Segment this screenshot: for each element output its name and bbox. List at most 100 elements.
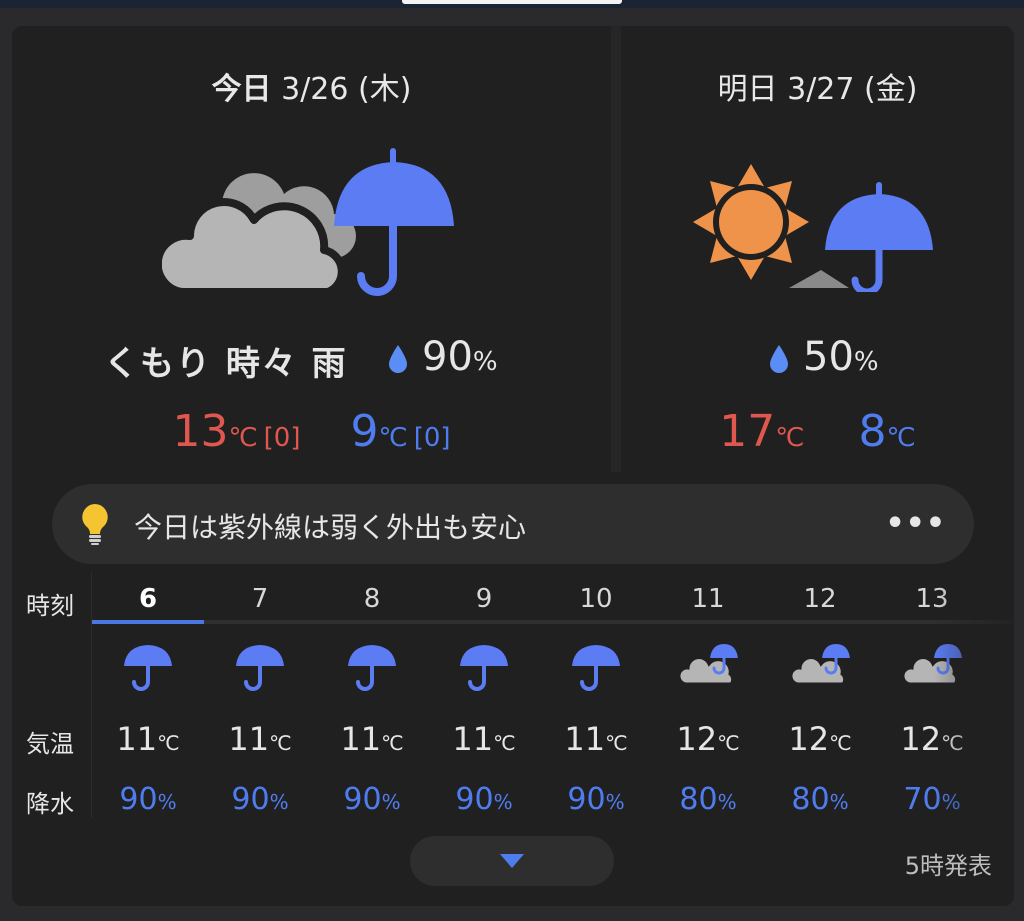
today-low-unit: ℃ xyxy=(378,423,408,453)
cloud-umbrella-icon xyxy=(901,644,962,686)
tomorrow-rain: 50% xyxy=(769,334,879,380)
today-rain-unit: % xyxy=(472,347,498,377)
hour-rain-unit: % xyxy=(381,790,401,814)
today-rain: 90% xyxy=(388,334,498,380)
hourly-labels: 時刻 気温 降水 xyxy=(12,572,92,818)
hour-temp-value: 11 xyxy=(116,720,158,758)
today-high-value: 13 xyxy=(172,406,229,457)
current-hour-indicator xyxy=(92,620,204,624)
hour-temp: 11℃ xyxy=(204,720,316,758)
hour-temp-value: 11 xyxy=(564,720,606,758)
hour-temp-value: 11 xyxy=(228,720,270,758)
hour-label: 9 xyxy=(475,584,493,614)
hour-label: 6 xyxy=(138,584,158,614)
rain-row-label: 降水 xyxy=(26,790,74,818)
tomorrow-low-unit: ℃ xyxy=(886,423,916,453)
tomorrow-rain-unit: % xyxy=(853,347,879,377)
hour-rain: 90% xyxy=(92,782,204,817)
hour-temp-value: 12 xyxy=(676,720,718,758)
weather-card: 今日 3/26 (木) くもり 時々 雨 90% 13℃ [0] 9℃ [0] 明日 xyxy=(12,26,1014,906)
hour-temp-unit: ℃ xyxy=(829,731,852,755)
hour-rain-value: 90 xyxy=(231,782,270,817)
hour-rain-unit: % xyxy=(493,790,513,814)
hour-rain-unit: % xyxy=(269,790,289,814)
today-condition: くもり 時々 雨 xyxy=(104,344,348,384)
hour-rain-unit: % xyxy=(829,790,849,814)
hour-rain-value: 80 xyxy=(791,782,830,817)
hour-rain: 90% xyxy=(204,782,316,817)
chevron-down-icon xyxy=(500,854,524,868)
temp-row-label: 気温 xyxy=(26,730,74,758)
today-high: 13℃ [0] xyxy=(172,406,300,457)
hour-rain-unit: % xyxy=(941,790,961,814)
tomorrow-low: 8℃ xyxy=(859,406,916,457)
hour-temp-unit: ℃ xyxy=(269,731,292,755)
hour-temp: 11℃ xyxy=(92,720,204,758)
hour-rain-value: 90 xyxy=(455,782,494,817)
tomorrow-date: 3/27 (金) xyxy=(787,72,918,107)
hour-temp: 11℃ xyxy=(316,720,428,758)
hour-rain-value: 90 xyxy=(119,782,158,817)
hour-temp-value: 12 xyxy=(900,720,942,758)
today-rain-value: 90 xyxy=(422,334,473,380)
tip-text: 今日は紫外線は弱く外出も安心 xyxy=(134,511,527,544)
tomorrow-label: 明日 xyxy=(717,72,778,107)
hour-temp-value: 11 xyxy=(340,720,382,758)
today-forecast[interactable]: 今日 3/26 (木) くもり 時々 雨 90% 13℃ [0] 9℃ [0] xyxy=(12,26,611,472)
hour-rain-value: 70 xyxy=(903,782,942,817)
hour-rain-value: 90 xyxy=(343,782,382,817)
tomorrow-high: 17℃ xyxy=(719,406,804,457)
tomorrow-temps: 17℃ 8℃ xyxy=(621,406,1014,457)
hour-temp-value: 11 xyxy=(452,720,494,758)
today-title: 今日 3/26 (木) xyxy=(12,64,611,108)
hour-temp-unit: ℃ xyxy=(717,731,740,755)
today-label: 今日 xyxy=(211,72,272,107)
hour-rain-unit: % xyxy=(157,790,177,814)
hour-label: 7 xyxy=(251,584,269,614)
umbrella-icon xyxy=(236,645,284,691)
hour-temp: 12℃ xyxy=(652,720,764,758)
raindrop-icon xyxy=(389,345,407,373)
hour-rain-unit: % xyxy=(717,790,737,814)
cloud-umbrella-icon xyxy=(677,644,738,686)
hour-rain: 90% xyxy=(428,782,540,817)
issued-time: 5時発表 xyxy=(904,852,992,880)
day-divider xyxy=(611,26,621,472)
tomorrow-forecast[interactable]: 明日 3/27 (金) 50% 17℃ 8℃ xyxy=(621,26,1014,472)
hour-temp-unit: ℃ xyxy=(941,731,964,755)
hour-rain: 80% xyxy=(652,782,764,817)
top-handle xyxy=(402,0,622,4)
umbrella-icon xyxy=(348,645,396,691)
hour-temp-unit: ℃ xyxy=(157,731,180,755)
more-options-button[interactable]: ••• xyxy=(885,506,946,541)
hour-temp-unit: ℃ xyxy=(381,731,404,755)
hour-temp: 12℃ xyxy=(764,720,876,758)
umbrella-icon xyxy=(460,645,508,691)
hour-scale-line xyxy=(92,620,1014,624)
time-row-label: 時刻 xyxy=(26,592,74,620)
today-low: 9℃ [0] xyxy=(351,406,451,457)
hourly-forecast[interactable]: 時刻 気温 降水 6 11℃ 90% 7 11℃ 90% 8 11℃ 90% 9 11℃ 90% 10 1… xyxy=(12,572,1014,822)
expand-button[interactable] xyxy=(410,836,614,886)
weather-tip-banner[interactable]: 今日は紫外線は弱く外出も安心 ••• xyxy=(52,484,974,564)
hour-temp-unit: ℃ xyxy=(605,731,628,755)
hour-rain-value: 90 xyxy=(567,782,606,817)
today-high-unit: ℃ xyxy=(228,423,258,453)
hour-rain: 90% xyxy=(540,782,652,817)
today-high-diff: [0] xyxy=(263,423,301,453)
hour-temp: 11℃ xyxy=(428,720,540,758)
hour-temp: 11℃ xyxy=(540,720,652,758)
cloud-umbrella-icon xyxy=(789,644,850,686)
hour-rain: 80% xyxy=(764,782,876,817)
tomorrow-rain-value: 50 xyxy=(803,334,854,380)
raindrop-icon xyxy=(770,345,788,373)
cloud-umbrella-icon xyxy=(162,148,454,296)
today-temps: 13℃ [0] 9℃ [0] xyxy=(12,406,611,457)
lightbulb-icon xyxy=(82,504,108,545)
hour-rain: 70% xyxy=(876,782,988,817)
hour-label: 12 xyxy=(803,584,837,614)
hour-label: 13 xyxy=(915,584,949,614)
today-low-value: 9 xyxy=(350,406,379,457)
tomorrow-high-unit: ℃ xyxy=(775,423,805,453)
tomorrow-title: 明日 3/27 (金) xyxy=(621,64,1014,108)
